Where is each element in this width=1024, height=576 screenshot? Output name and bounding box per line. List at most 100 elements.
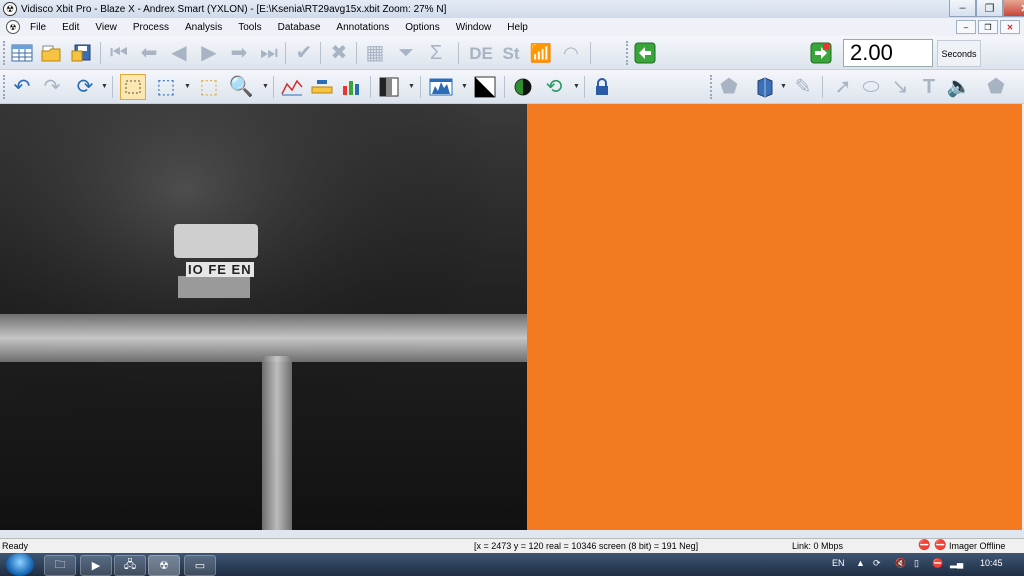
toolbar-grip[interactable] [3,75,8,99]
toolbar-grip[interactable] [626,41,631,65]
open-folder-icon[interactable] [39,40,65,66]
radiograph-view[interactable]: IO FE EN [0,104,527,530]
toolbar-separator [112,76,113,98]
window-task-icon[interactable]: ▭ [184,555,216,576]
eraser-annotation-icon[interactable]: ⬟ [983,74,1009,100]
menu-process[interactable]: Process [133,22,169,33]
decrease-exposure-icon[interactable] [632,40,658,66]
language-indicator[interactable]: EN [832,558,845,568]
color-map-icon[interactable] [510,74,536,100]
menu-view[interactable]: View [95,22,117,33]
rectangle-select-icon[interactable] [120,74,146,100]
menu-file[interactable]: File [30,22,46,33]
menu-tools[interactable]: Tools [238,22,261,33]
menu-options[interactable]: Options [405,22,439,33]
toolbar-separator [590,42,591,64]
step-forward-icon[interactable]: ▶ [196,40,222,66]
zoom-region-icon[interactable]: ⬚ [196,74,222,100]
menu-database[interactable]: Database [278,22,321,33]
maximize-button[interactable]: ❐ [976,0,1003,17]
menu-help[interactable]: Help [507,22,528,33]
toolbar-separator [100,42,101,64]
toolbar-separator [370,76,371,98]
menu-edit[interactable]: Edit [62,22,79,33]
filter-funnel-icon[interactable]: ⏷ [393,40,419,66]
histogram-window-icon[interactable] [428,74,454,100]
network-task-icon[interactable]: 🖧 [114,555,146,576]
close-button[interactable]: ✕ [1003,0,1024,17]
last-frame-icon[interactable]: ⏭ [256,40,282,66]
previous-arrow-icon[interactable]: ⬅ [136,40,162,66]
zoom-dropdown-icon[interactable]: ▼ [262,83,269,90]
save-disk-icon[interactable] [69,40,95,66]
menu-window[interactable]: Window [456,22,492,33]
arrow-line-icon[interactable]: ↘ [887,74,913,100]
text-tool-icon[interactable]: T [916,74,942,100]
start-button[interactable] [6,553,34,576]
show-hidden-icons-icon[interactable]: ▲ [856,558,865,568]
image-quality-indicator-label: IO FE EN [186,262,254,277]
table-icon[interactable] [9,40,35,66]
menu-annotations[interactable]: Annotations [336,22,389,33]
ellipse-tool-icon[interactable]: ⬭ [858,74,884,100]
stamp-annotation-icon[interactable]: ⬟ [716,74,742,100]
ruler-measure-icon[interactable] [309,74,335,100]
first-frame-icon[interactable]: ⏮ [106,40,132,66]
accept-check-icon[interactable]: ✔ [291,40,317,66]
doc-restore-button[interactable]: ❐ [978,20,998,34]
invert-contrast-icon[interactable] [472,74,498,100]
link-speed-text: Link: 0 Mbps [792,541,844,551]
st-button[interactable]: St [498,40,524,66]
xbit-task-icon[interactable]: ☢ [148,555,180,576]
magnifier-icon[interactable]: 🔍 [228,74,254,100]
speaker-muted-icon[interactable]: 🔇 [895,558,906,569]
minimize-button[interactable]: – [949,0,976,17]
sync-icon[interactable]: ⟳ [873,558,881,569]
wireless-antenna-icon[interactable]: 📶 [528,40,554,66]
empty-panel [527,104,1024,530]
document-icon[interactable]: ☢ [6,20,20,34]
toolbar-grip[interactable] [710,75,715,99]
arrow-pointer-icon[interactable]: ➚ [830,74,856,100]
histogram-color-icon[interactable] [339,74,365,100]
padlock-icon[interactable] [589,74,615,100]
clock-text[interactable]: 10:45 [980,558,1003,568]
toolbar-grip[interactable] [3,41,8,65]
step-back-icon[interactable]: ◀ [166,40,192,66]
network-error-icon[interactable]: ⛔ [932,558,943,569]
doc-close-button[interactable]: ✕ [1000,20,1020,34]
levels-dropdown-icon[interactable]: ▼ [408,83,415,90]
sound-annotation-icon[interactable]: 🔈 [946,74,972,100]
rotate-icon[interactable]: ⟳ [72,74,98,100]
rotate-dropdown-icon[interactable]: ▼ [101,83,108,90]
ruler-3d-icon[interactable] [752,74,778,100]
battery-icon[interactable]: ▯ [914,558,919,569]
select-dropdown-icon[interactable]: ▼ [184,83,191,90]
de-button[interactable]: DE [466,40,496,66]
sum-sigma-icon[interactable]: Σ [423,40,449,66]
next-arrow-icon[interactable]: ➡ [226,40,252,66]
undo-icon[interactable]: ↶ [9,74,35,100]
signal-bars-icon[interactable]: ▂▄ [950,558,963,569]
ruler-dropdown-icon[interactable]: ▼ [780,83,787,90]
increase-exposure-icon[interactable] [808,40,834,66]
exposure-seconds-input[interactable]: 2.00 [843,39,933,67]
grayscale-levels-icon[interactable] [376,74,402,100]
auto-rotate-dropdown-icon[interactable]: ▼ [573,83,580,90]
pen-annotation-icon[interactable]: ✎ [790,74,816,100]
line-profile-icon[interactable] [279,74,305,100]
wifi-signal-icon[interactable]: ◠ [558,40,584,66]
pointer-select-icon[interactable]: ⬚ [153,74,179,100]
app-radiation-icon[interactable]: ☢ [3,2,17,16]
media-player-task-icon[interactable]: ▶ [80,555,112,576]
tools-toolbar: ↶ ↷ ⟳ ▼ ⬚ ▼ ⬚ 🔍 ▼ ▼ ▼ ⟲ ▼ ⬟ ▼ ✎ ➚ ⬭ ↘ T … [0,70,1024,104]
reject-x-icon[interactable]: ✖ [326,40,352,66]
redo-icon[interactable]: ↷ [39,74,65,100]
pixel-bin-icon[interactable]: ▦ [362,40,388,66]
auto-rotate-icon[interactable]: ⟲ [541,74,567,100]
histogram-dropdown-icon[interactable]: ▼ [461,83,468,90]
doc-minimize-button[interactable]: – [956,20,976,34]
explorer-task-icon[interactable]: 🗀 [44,555,76,576]
menu-analysis[interactable]: Analysis [185,22,222,33]
toolbar-separator [273,76,274,98]
